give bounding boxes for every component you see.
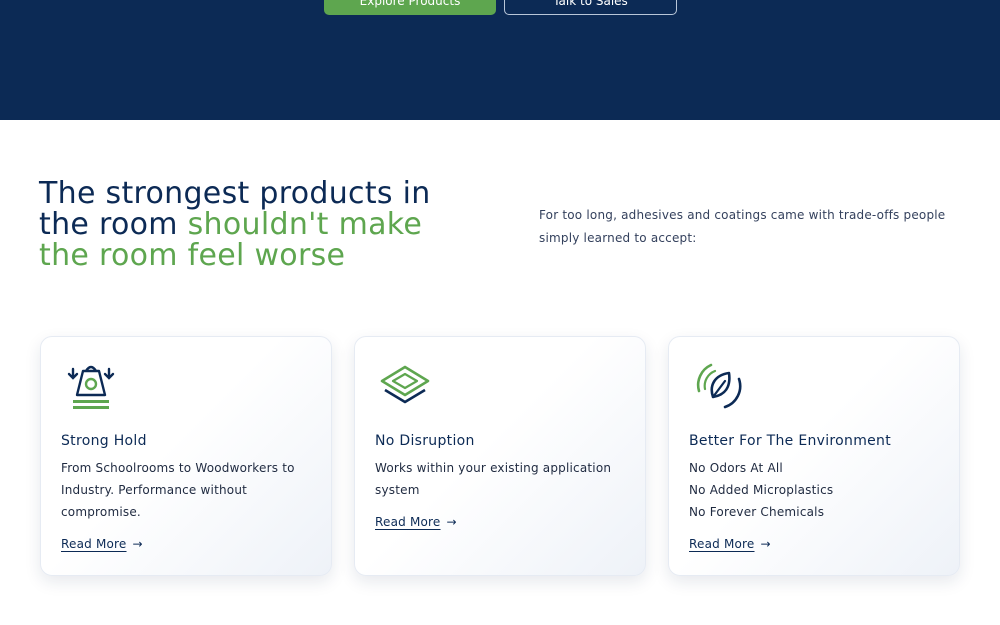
card-title: Strong Hold	[61, 433, 147, 449]
card-text-line: No Odors At All	[689, 461, 783, 475]
card-text-line: No Forever Chemicals	[689, 505, 825, 519]
card-title: Better For The Environment	[689, 433, 892, 449]
arrow-right-icon: →	[446, 515, 457, 529]
section-headline: The strongest products in the room shoul…	[39, 178, 479, 271]
card-text-line: Works within your existing application	[375, 461, 612, 475]
card-body: Works within your existing application s…	[375, 457, 627, 501]
card-text-line: From Schoolrooms to Woodworkers to	[61, 461, 295, 475]
weight-icon	[67, 365, 115, 409]
card-body: No Odors At All No Added Microplastics N…	[689, 457, 941, 523]
read-more-link[interactable]: Read More →	[375, 515, 457, 529]
feature-card-no-disruption: No Disruption Works within your existing…	[354, 336, 646, 576]
read-more-link[interactable]: Read More →	[689, 537, 771, 551]
talk-to-sales-button[interactable]: Talk to Sales	[504, 0, 677, 15]
card-body: From Schoolrooms to Woodworkers to Indus…	[61, 457, 313, 523]
feature-card-environment: Better For The Environment No Odors At A…	[668, 336, 960, 576]
card-text-line: Industry. Performance without	[61, 483, 248, 497]
card-title: No Disruption	[375, 433, 475, 449]
card-text-line: system	[375, 483, 420, 497]
read-more-label[interactable]: Read More	[689, 537, 755, 551]
card-text-line: No Added Microplastics	[689, 483, 834, 497]
layers-icon	[380, 365, 430, 404]
read-more-label[interactable]: Read More	[61, 537, 127, 551]
read-more-link[interactable]: Read More →	[61, 537, 143, 551]
read-more-label[interactable]: Read More	[375, 515, 441, 529]
arrow-right-icon: →	[760, 537, 771, 551]
feature-card-strong-hold: Strong Hold From Schoolrooms to Woodwork…	[40, 336, 332, 576]
explore-products-button[interactable]: Explore Products	[324, 0, 496, 15]
hero-banner: Explore Products Talk to Sales	[0, 0, 1000, 120]
card-text-line: compromise.	[61, 505, 141, 519]
intro-text: For too long, adhesives and coatings cam…	[539, 208, 946, 245]
arrow-right-icon: →	[132, 537, 143, 551]
leaf-icon	[696, 363, 742, 409]
